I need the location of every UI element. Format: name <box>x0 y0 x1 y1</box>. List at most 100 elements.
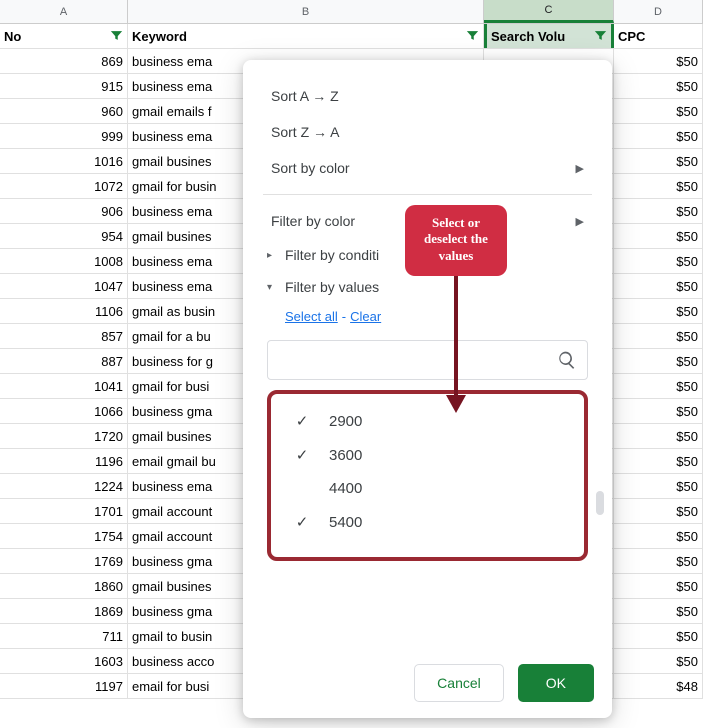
cell-cpc[interactable]: $50 <box>614 274 703 298</box>
cell-cpc[interactable]: $50 <box>614 649 703 673</box>
cell-cpc[interactable]: $50 <box>614 624 703 648</box>
menu-label: Filter by color <box>271 213 355 229</box>
cell-no[interactable]: 1603 <box>0 649 128 673</box>
cell-no[interactable]: 869 <box>0 49 128 73</box>
cell-no[interactable]: 1047 <box>0 274 128 298</box>
cell-no[interactable]: 887 <box>0 349 128 373</box>
cell-cpc[interactable]: $50 <box>614 49 703 73</box>
cell-cpc[interactable]: $50 <box>614 574 703 598</box>
submenu-arrow-icon: ▶ <box>576 162 584 175</box>
filter-value-item[interactable]: 4400 <box>279 472 576 505</box>
filter-value-label: 2900 <box>329 413 362 430</box>
button-row: Cancel OK <box>414 664 594 702</box>
cell-no[interactable]: 1769 <box>0 549 128 573</box>
column-headers-row: A B C D <box>0 0 703 24</box>
select-all-link[interactable]: Select all <box>285 309 338 324</box>
cell-cpc[interactable]: $50 <box>614 349 703 373</box>
colhead-d[interactable]: D <box>614 0 703 23</box>
scrollbar-thumb[interactable] <box>596 491 604 515</box>
cell-no[interactable]: 1041 <box>0 374 128 398</box>
colhead-a[interactable]: A <box>0 0 128 23</box>
clear-link[interactable]: Clear <box>350 309 381 324</box>
filter-by-color[interactable]: Filter by color ▶ <box>243 203 612 239</box>
values-box: ✓2900✓36004400✓5400 <box>267 390 588 561</box>
cancel-button[interactable]: Cancel <box>414 664 504 702</box>
cell-cpc[interactable]: $50 <box>614 174 703 198</box>
colhead-b[interactable]: B <box>128 0 484 23</box>
dash: - <box>338 309 350 324</box>
cell-cpc[interactable]: $50 <box>614 374 703 398</box>
menu-separator <box>263 194 592 195</box>
cell-cpc[interactable]: $50 <box>614 599 703 623</box>
cell-no[interactable]: 1869 <box>0 599 128 623</box>
cell-no[interactable]: 960 <box>0 99 128 123</box>
cell-no[interactable]: 1860 <box>0 574 128 598</box>
cell-no[interactable]: 1701 <box>0 499 128 523</box>
cell-no[interactable]: 954 <box>0 224 128 248</box>
cell-cpc[interactable]: $50 <box>614 249 703 273</box>
header-search-volume: Search Volu <box>484 24 614 48</box>
filter-value-label: 3600 <box>329 447 362 464</box>
search-icon[interactable] <box>557 350 577 370</box>
cell-cpc[interactable]: $50 <box>614 324 703 348</box>
cell-cpc[interactable]: $48 <box>614 674 703 698</box>
cell-no[interactable]: 1197 <box>0 674 128 698</box>
sort-za[interactable]: Sort Z → A <box>243 114 612 150</box>
cell-no[interactable]: 1066 <box>0 399 128 423</box>
cell-cpc[interactable]: $50 <box>614 99 703 123</box>
sort-by-color[interactable]: Sort by color ▶ <box>243 150 612 186</box>
sort-az[interactable]: Sort A → Z <box>243 78 612 114</box>
cell-cpc[interactable]: $50 <box>614 399 703 423</box>
cell-no[interactable]: 1016 <box>0 149 128 173</box>
cell-cpc[interactable]: $50 <box>614 224 703 248</box>
menu-label: Sort A → Z <box>271 88 339 104</box>
cell-no[interactable]: 1008 <box>0 249 128 273</box>
colhead-c[interactable]: C <box>484 0 614 23</box>
header-label: No <box>4 29 21 44</box>
menu-label: Filter by conditi <box>285 247 379 263</box>
cell-cpc[interactable]: $50 <box>614 474 703 498</box>
filter-by-condition[interactable]: ▸ Filter by conditi <box>243 239 612 271</box>
cell-cpc[interactable]: $50 <box>614 499 703 523</box>
ok-button[interactable]: OK <box>518 664 594 702</box>
menu-label: Sort Z → A <box>271 124 339 140</box>
cell-cpc[interactable]: $50 <box>614 74 703 98</box>
filter-by-values[interactable]: ▾ Filter by values <box>243 271 612 303</box>
cell-cpc[interactable]: $50 <box>614 299 703 323</box>
cell-no[interactable]: 1754 <box>0 524 128 548</box>
filter-icon[interactable] <box>593 28 608 43</box>
filter-icon[interactable] <box>465 28 480 43</box>
cell-cpc[interactable]: $50 <box>614 524 703 548</box>
cell-cpc[interactable]: $50 <box>614 424 703 448</box>
collapsed-triangle-icon: ▸ <box>267 250 277 261</box>
cell-no[interactable]: 906 <box>0 199 128 223</box>
cell-no[interactable]: 857 <box>0 324 128 348</box>
cell-cpc[interactable]: $50 <box>614 149 703 173</box>
filter-icon[interactable] <box>109 28 124 43</box>
filter-search-input[interactable] <box>282 351 557 369</box>
check-icon: ✓ <box>293 412 311 430</box>
cell-no[interactable]: 1720 <box>0 424 128 448</box>
cell-no[interactable]: 1106 <box>0 299 128 323</box>
filter-dropdown: Sort A → Z Sort Z → A Sort by color ▶ Fi… <box>243 60 612 718</box>
cell-no[interactable]: 1072 <box>0 174 128 198</box>
filter-value-item[interactable]: ✓ 2900 <box>279 404 576 438</box>
cell-no[interactable]: 1196 <box>0 449 128 473</box>
filter-value-item[interactable]: ✓5400 <box>279 505 576 539</box>
search-wrap <box>267 340 588 380</box>
cell-no[interactable]: 711 <box>0 624 128 648</box>
check-icon: ✓ <box>293 513 311 531</box>
cell-no[interactable]: 999 <box>0 124 128 148</box>
header-no: No <box>0 24 128 48</box>
header-label: Keyword <box>132 29 187 44</box>
cell-no[interactable]: 915 <box>0 74 128 98</box>
cell-cpc[interactable]: $50 <box>614 549 703 573</box>
cell-cpc[interactable]: $50 <box>614 124 703 148</box>
filter-value-item[interactable]: ✓3600 <box>279 438 576 472</box>
expanded-triangle-icon: ▾ <box>267 282 277 293</box>
cell-cpc[interactable]: $50 <box>614 449 703 473</box>
header-row: No Keyword Search Volu CPC <box>0 24 703 49</box>
header-label: Search Volu <box>491 29 565 44</box>
cell-no[interactable]: 1224 <box>0 474 128 498</box>
cell-cpc[interactable]: $50 <box>614 199 703 223</box>
